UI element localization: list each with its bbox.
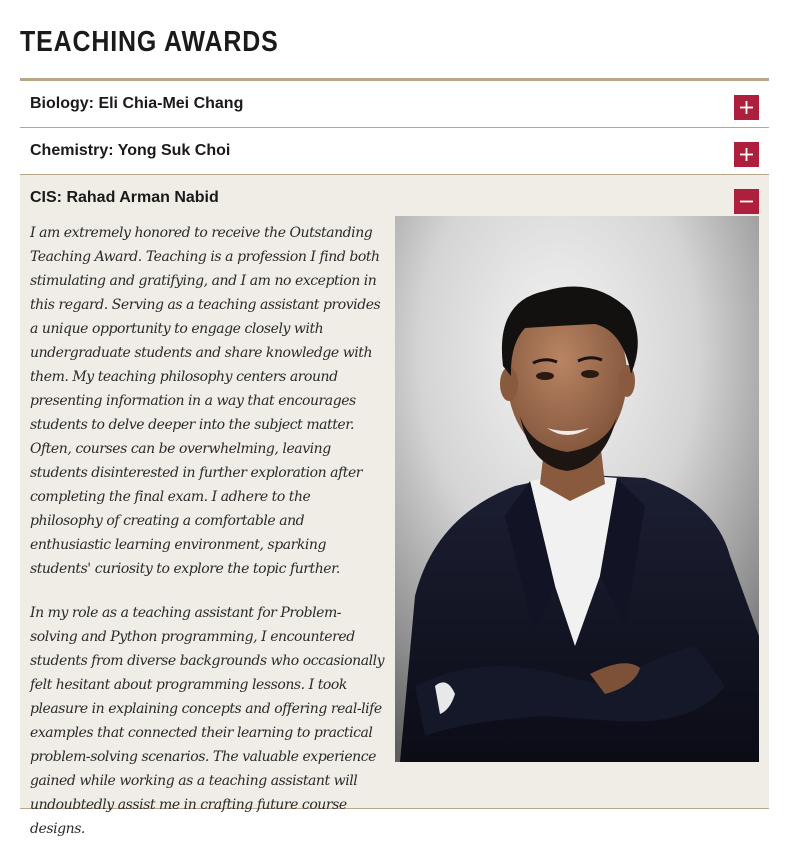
collapse-button[interactable] [734,189,759,214]
accordion-panel-cis: I am extremely honored to receive the Ou… [20,216,769,837]
accordion-header-cis[interactable]: CIS: Rahad Arman Nabid [20,175,769,221]
page-title: TEACHING AWARDS [20,26,279,58]
accordion-title: CIS: Rahad Arman Nabid [30,189,219,206]
portrait-illustration [395,216,759,762]
statement-paragraph: In my role as a teaching assistant for P… [30,605,385,837]
accordion-header-chemistry[interactable]: Chemistry: Yong Suk Choi [20,128,769,174]
accordion-item-biology: Biology: Eli Chia-Mei Chang [20,81,769,128]
accordion-title: Chemistry: Yong Suk Choi [30,142,231,159]
expand-button[interactable] [734,142,759,167]
accordion-item-chemistry: Chemistry: Yong Suk Choi [20,128,769,175]
expand-button[interactable] [734,95,759,120]
plus-icon [740,101,753,114]
minus-icon [740,200,753,203]
statement-paragraph: I am extremely honored to receive the Ou… [30,225,381,577]
portrait-photo [395,216,759,762]
teaching-awards-accordion: Biology: Eli Chia-Mei Chang Chemistry: Y… [20,78,769,837]
accordion-item-cis: CIS: Rahad Arman Nabid I am extremely ho… [20,175,769,837]
accordion-header-biology[interactable]: Biology: Eli Chia-Mei Chang [20,81,769,127]
accordion-title: Biology: Eli Chia-Mei Chang [30,95,244,112]
plus-icon [740,148,753,161]
award-statement: I am extremely honored to receive the Ou… [30,221,386,861]
